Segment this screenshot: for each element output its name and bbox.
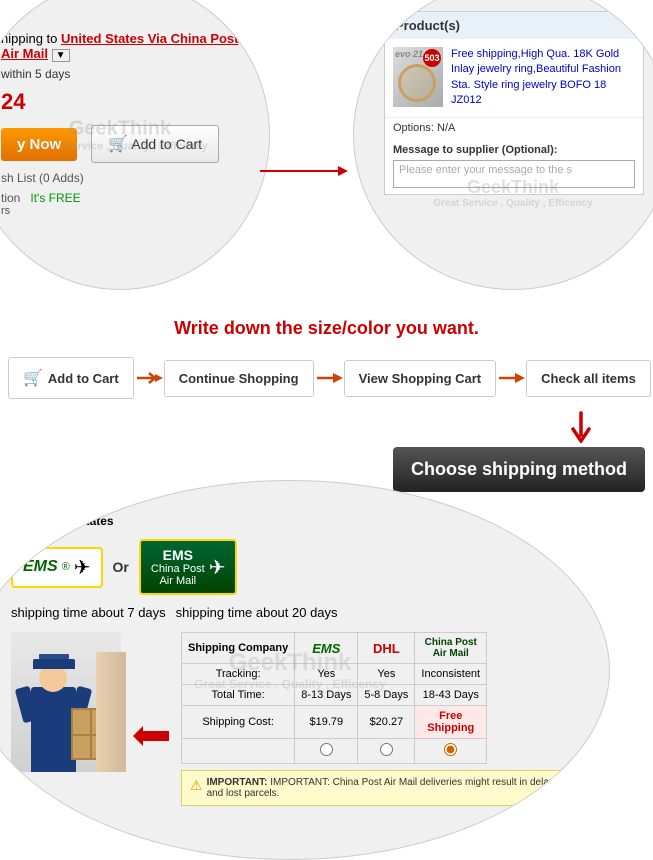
- product-title: Free shipping,High Qua. 18K Gold Inlay j…: [451, 47, 635, 109]
- circle-bottom: 🇺🇸 United States EMS ® ✈ Or EMS China Po…: [0, 480, 610, 860]
- ems-tracking: Yes: [295, 664, 358, 685]
- warning-icon: ⚠: [190, 777, 203, 794]
- ems-radio[interactable]: [320, 743, 333, 756]
- view-shopping-cart-button[interactable]: View Shopping Cart: [344, 360, 497, 397]
- cart-icon-step: 🛒: [23, 368, 43, 388]
- buy-now-button[interactable]: y Now: [1, 128, 77, 161]
- circle-right: Product(s) evo 21 503 Free shipping,High…: [353, 0, 653, 290]
- label-time: Total Time:: [182, 685, 295, 706]
- label-cost: Shipping Cost:: [182, 706, 295, 739]
- col-china-post: China PostAir Mail: [415, 633, 487, 664]
- choose-shipping-box: Choose shipping method: [393, 447, 645, 492]
- write-down-text: Write down the size/color you want.: [174, 318, 479, 338]
- ems-box[interactable]: EMS ® ✈: [11, 547, 103, 588]
- plane-icon-cp: ✈: [209, 555, 226, 580]
- important-note-text: IMPORTANT: IMPORTANT: China Post Air Mai…: [207, 777, 562, 799]
- col-company: Shipping Company: [182, 633, 295, 664]
- us-flag-icon: 🇺🇸: [11, 511, 31, 531]
- shipping-line: hipping to United States Via China Post …: [1, 31, 241, 61]
- shipping-table: Shipping Company EMS DHL China PostAir M…: [181, 632, 487, 764]
- dhl-cost: $20.27: [358, 706, 415, 739]
- arrow-2: [314, 368, 344, 388]
- delivery-line: within 5 days: [1, 67, 241, 81]
- or-text: Or: [113, 559, 129, 575]
- china-post-label: EMS China Post Air Mail: [151, 547, 205, 587]
- table-row-radio: [182, 739, 487, 764]
- message-section: Message to supplier (Optional): Please e…: [385, 138, 643, 194]
- ok-button[interactable]: OK: [520, 816, 571, 840]
- ems-cost: $19.79: [295, 706, 358, 739]
- shipping-options-row: EMS ® ✈ Or EMS China Post Air Mail ✈: [11, 539, 571, 595]
- steps-row: 🛒 Add to Cart Continue Shopping View Sho…: [0, 347, 653, 409]
- cart-icon: 🛒: [108, 136, 128, 153]
- arrow-3: [496, 368, 526, 388]
- cp-tracking: Inconsistent: [415, 664, 487, 685]
- protection-line: tion It's FREE: [1, 191, 241, 205]
- product-row: evo 21 503 Free shipping,High Qua. 18K G…: [385, 39, 643, 118]
- protection-sub2: rs: [1, 205, 241, 217]
- shipping-time-row: shipping time about 7 days shipping time…: [11, 605, 571, 620]
- down-arrow-container: [0, 411, 653, 443]
- message-label: Message to supplier (Optional):: [393, 144, 635, 156]
- table-row-time: Total Time: 8-13 Days 5-8 Days 18-43 Day…: [182, 685, 487, 706]
- important-note: ⚠ IMPORTANT: IMPORTANT: China Post Air M…: [181, 770, 571, 806]
- table-row-cost: Shipping Cost: $19.79 $20.27 FreeShippin…: [182, 706, 487, 739]
- top-section: hipping to United States Via China Post …: [0, 0, 653, 310]
- product-options: Options: N/A: [385, 118, 643, 138]
- courier-illustration: [11, 632, 121, 772]
- ems-shipping-time: shipping time about 7 days: [11, 605, 166, 620]
- add-to-cart-button[interactable]: 🛒 Add to Cart: [91, 125, 219, 163]
- bottom-inner: 🇺🇸 United States EMS ® ✈ Or EMS China Po…: [11, 511, 571, 840]
- shipping-table-container: Shipping Company EMS DHL China PostAir M…: [11, 632, 571, 840]
- table-row-tracking: Tracking: Yes Yes Inconsistent: [182, 664, 487, 685]
- dropdown-icon[interactable]: ▼: [52, 49, 70, 62]
- dhl-radio[interactable]: [380, 743, 393, 756]
- shipping-prefix: hipping to: [1, 31, 57, 46]
- write-down-section: Write down the size/color you want.: [0, 310, 653, 347]
- circle-left: hipping to United States Via China Post …: [0, 0, 270, 290]
- ems-logo: EMS: [23, 558, 58, 576]
- cp-radio[interactable]: [444, 743, 457, 756]
- product-header: Product(s): [385, 12, 643, 39]
- message-input[interactable]: Please enter your message to the s: [393, 160, 635, 188]
- ems-time: 8-13 Days: [295, 685, 358, 706]
- shipping-table-wrapper: Shipping Company EMS DHL China PostAir M…: [181, 632, 571, 840]
- united-states-row: 🇺🇸 United States: [11, 511, 571, 531]
- col-dhl: DHL: [358, 633, 415, 664]
- dhl-tracking: Yes: [358, 664, 415, 685]
- dhl-time: 5-8 Days: [358, 685, 415, 706]
- check-all-items-button[interactable]: Check all items: [526, 360, 651, 397]
- china-post-box[interactable]: EMS China Post Air Mail ✈: [139, 539, 238, 595]
- plane-icon-ems: ✈: [74, 555, 91, 580]
- product-image: evo 21 503: [393, 47, 443, 107]
- step-add-to-cart-button[interactable]: 🛒 Add to Cart: [8, 357, 134, 399]
- product-card: Product(s) evo 21 503 Free shipping,High…: [384, 11, 644, 195]
- down-arrow-icon: [569, 411, 593, 443]
- cp-shipping-time: shipping time about 20 days: [176, 605, 338, 620]
- left-circle-content: hipping to United States Via China Post …: [1, 31, 241, 217]
- cp-time: 18-43 Days: [415, 685, 487, 706]
- col-ems: EMS: [295, 633, 358, 664]
- bottom-section: 🇺🇸 United States EMS ® ✈ Or EMS China Po…: [0, 500, 653, 850]
- cp-cost: FreeShipping: [415, 706, 487, 739]
- label-tracking: Tracking:: [182, 664, 295, 685]
- arrow-1: [134, 368, 164, 388]
- left-arrow-icon: [131, 632, 171, 840]
- united-states-label: United States: [37, 514, 114, 528]
- ems-registered: ®: [62, 561, 70, 573]
- price-display: 24: [1, 89, 241, 115]
- connector-arrow: [260, 170, 340, 172]
- wish-list-line: sh List (0 Adds): [1, 171, 241, 185]
- continue-shopping-button[interactable]: Continue Shopping: [164, 360, 314, 397]
- badge-503: 503: [423, 49, 441, 67]
